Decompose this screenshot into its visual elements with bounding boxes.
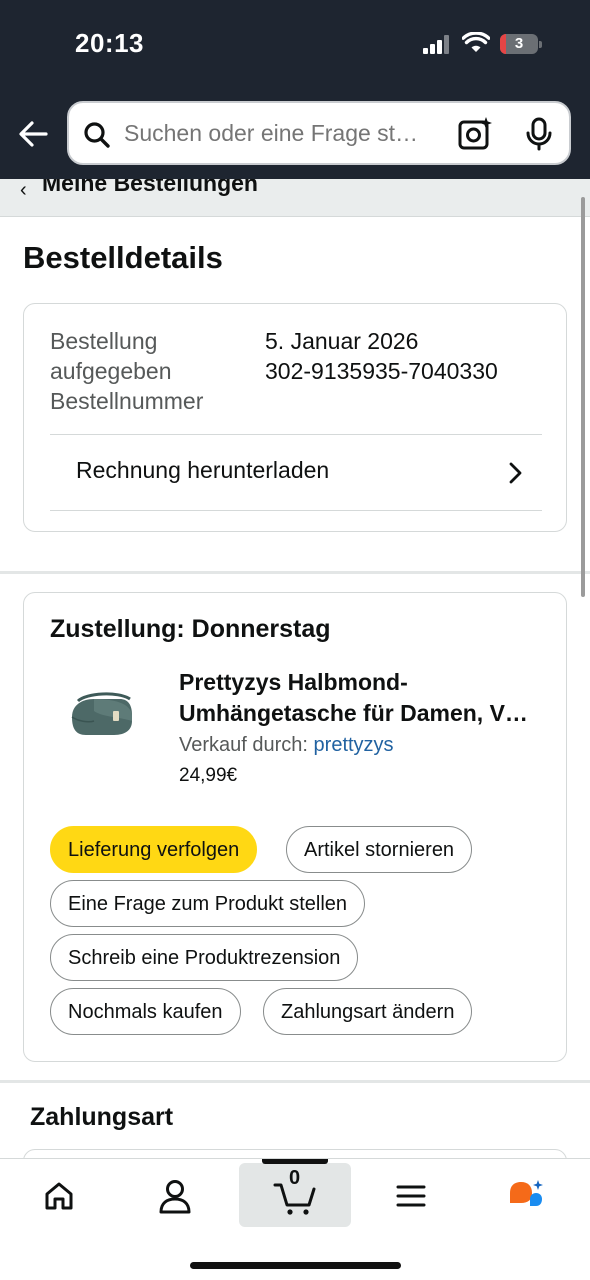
delivery-title: Zustellung: Donnerstag bbox=[50, 615, 331, 643]
shipment-card: Zustellung: Donnerstag Prettyzys Halbmon… bbox=[23, 592, 567, 1062]
order-date: 5. Januar 2026 bbox=[265, 328, 419, 354]
chevron-right-icon bbox=[509, 462, 522, 484]
app-screen: 20:13 3 Suchen oder eine Frage st… ‹ Mei… bbox=[0, 0, 590, 1280]
download-invoice-row[interactable]: Rechnung herunterladen bbox=[50, 435, 542, 510]
order-number: 302-9135935-7040330 bbox=[265, 358, 498, 384]
nav-account[interactable] bbox=[120, 1163, 232, 1227]
product-price: 24,99€ bbox=[179, 765, 238, 786]
cart-icon bbox=[273, 1183, 316, 1215]
nav-home[interactable] bbox=[3, 1163, 115, 1227]
order-labels: Bestellung aufgegeben Bestellnummer bbox=[50, 326, 220, 416]
search-bar[interactable] bbox=[67, 101, 571, 165]
order-summary-card: Bestellung aufgegeben Bestellnummer 5. J… bbox=[23, 303, 567, 532]
back-arrow-icon[interactable] bbox=[16, 116, 52, 152]
wifi-icon bbox=[462, 32, 490, 52]
order-label: Bestellung bbox=[50, 328, 158, 354]
home-icon bbox=[45, 1182, 73, 1210]
page-title: Bestelldetails bbox=[23, 240, 223, 275]
order-values: 5. Januar 2026 302-9135935-7040330 bbox=[265, 326, 498, 386]
nav-cart[interactable]: 0 bbox=[239, 1163, 351, 1227]
section-divider bbox=[0, 1080, 590, 1083]
seller-link[interactable]: prettyzys bbox=[314, 734, 394, 756]
section-divider bbox=[0, 571, 590, 574]
order-label: Bestellnummer bbox=[50, 388, 204, 414]
breadcrumb-label: Meine Bestellungen bbox=[42, 179, 258, 196]
cancel-item-button[interactable]: Artikel stornieren bbox=[286, 826, 473, 873]
signal-icon bbox=[423, 34, 451, 54]
track-delivery-button[interactable]: Lieferung verfolgen bbox=[50, 826, 258, 873]
divider bbox=[50, 510, 542, 511]
write-review-button[interactable]: Schreib eine Produktrezension bbox=[50, 934, 359, 981]
order-label: aufgegeben bbox=[50, 358, 172, 384]
microphone-icon[interactable] bbox=[524, 117, 554, 151]
battery-level: 3 bbox=[514, 35, 524, 52]
product-name-line: Prettyzys Halbmond- bbox=[179, 669, 408, 695]
header: 20:13 3 bbox=[0, 0, 590, 179]
account-icon bbox=[159, 1180, 191, 1214]
battery-icon: 3 bbox=[500, 34, 542, 54]
bottom-nav: 0 bbox=[0, 1158, 590, 1280]
seller-prefix: Verkauf durch: bbox=[179, 734, 314, 756]
buy-again-button[interactable]: Nochmals kaufen bbox=[50, 988, 241, 1035]
active-tab-indicator bbox=[262, 1159, 328, 1164]
home-indicator bbox=[190, 1262, 401, 1269]
status-time: 20:13 bbox=[75, 28, 144, 58]
search-input[interactable] bbox=[124, 103, 444, 163]
camera-lens-icon[interactable] bbox=[457, 116, 493, 152]
nav-menu[interactable] bbox=[356, 1163, 468, 1227]
menu-icon bbox=[396, 1185, 426, 1207]
chevron-left-icon: ‹ bbox=[20, 179, 27, 201]
ask-question-button[interactable]: Eine Frage zum Produkt stellen bbox=[50, 880, 366, 927]
seller-info: Verkauf durch: prettyzys bbox=[179, 734, 394, 757]
rufus-icon bbox=[510, 1180, 543, 1206]
payment-section-title: Zahlungsart bbox=[30, 1103, 174, 1131]
breadcrumb[interactable]: ‹ Meine Bestellungen bbox=[0, 179, 590, 217]
change-payment-button[interactable]: Zahlungsart ändern bbox=[263, 988, 473, 1035]
download-invoice-label: Rechnung herunterladen bbox=[76, 457, 330, 483]
scrollbar[interactable] bbox=[581, 197, 585, 597]
nav-rufus[interactable] bbox=[472, 1163, 584, 1227]
search-icon bbox=[84, 122, 110, 148]
product-image[interactable] bbox=[68, 687, 138, 743]
product-name-line: Umhängetasche für Damen, V… bbox=[179, 700, 528, 726]
product-name[interactable]: Prettyzys Halbmond- Umhängetasche für Da… bbox=[179, 667, 549, 729]
